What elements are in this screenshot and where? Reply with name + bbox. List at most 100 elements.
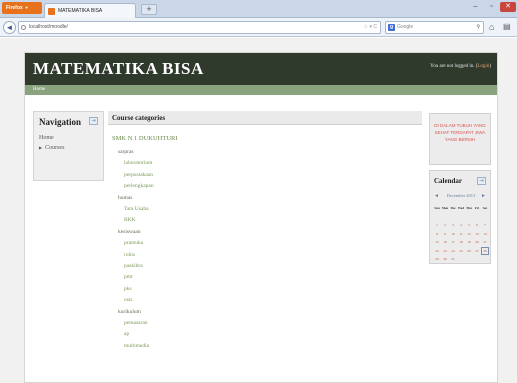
subcategory-link[interactable]: pks xyxy=(124,286,132,292)
calendar-day[interactable]: 27 xyxy=(473,247,481,256)
calendar-day[interactable]: 7 xyxy=(481,221,489,230)
category-root-link[interactable]: SMK N 1 DUKUHTURI xyxy=(112,135,178,142)
site-favicon-icon xyxy=(48,8,55,15)
calendar-empty-cell xyxy=(449,213,457,222)
calendar-day[interactable]: 18 xyxy=(457,238,465,247)
calendar-empty-cell xyxy=(481,213,489,222)
calendar-day[interactable]: 5 xyxy=(465,221,473,230)
bookmark-star-reload-icons[interactable]: ☆ ▾ C xyxy=(364,22,377,33)
calendar-weekday: Wed xyxy=(457,206,465,210)
login-status-text: You are not logged in. ( xyxy=(430,64,478,69)
calendar-day[interactable]: 15 xyxy=(433,238,441,247)
search-magnifier-icon[interactable]: ⚲ xyxy=(476,22,480,33)
calendar-empty-cell xyxy=(465,255,473,264)
calendar-day[interactable]: 10 xyxy=(449,230,457,239)
dropdown-arrow-icon: ▼ xyxy=(24,5,29,10)
browser-tab[interactable]: MATEMATIKA BISA xyxy=(44,3,136,18)
calendar-day[interactable]: 21 xyxy=(481,238,489,247)
subcategory-link[interactable]: osis xyxy=(124,297,133,303)
browser-nav-bar: ◄ localhost/moodle/ ☆ ▾ C g Google ⚲ ⌂ ▤ xyxy=(0,18,517,37)
category-link[interactable]: kurikulum xyxy=(118,309,141,315)
calendar-week-row: 15 16 17 18 19 20 21 xyxy=(433,238,489,247)
nav-courses-item[interactable]: ▶ Courses xyxy=(39,145,64,151)
firefox-menu-button[interactable]: Firefox ▼ xyxy=(2,2,42,14)
calendar-day[interactable]: 19 xyxy=(465,238,473,247)
subcategory-link[interactable]: ap xyxy=(124,331,129,337)
dock-calendar-icon[interactable]: ⇥ xyxy=(477,177,486,185)
calendar-next-month-icon[interactable]: ► xyxy=(481,193,486,199)
calendar-week-row: 22 23 24 25 26 27 28 xyxy=(433,246,489,256)
calendar-month-label[interactable]: December 2013 xyxy=(442,193,480,198)
page-viewport: MATEMATIKA BISA You are not logged in. (… xyxy=(0,38,517,383)
dock-block-icon[interactable]: ⇥ xyxy=(89,117,98,125)
calendar-day[interactable]: 8 xyxy=(433,230,441,239)
calendar-prev-month-icon[interactable]: ◄ xyxy=(434,193,439,199)
breadcrumb-home-link[interactable]: Home xyxy=(33,87,45,92)
course-categories-section: Course categories SMK N 1 DUKUHTURI sarpr… xyxy=(108,111,422,383)
calendar-day[interactable]: 13 xyxy=(473,230,481,239)
calendar-empty-cell xyxy=(441,213,449,222)
calendar-day[interactable]: 4 xyxy=(457,221,465,230)
calendar-day[interactable]: 14 xyxy=(481,230,489,239)
home-icon[interactable]: ⌂ xyxy=(489,21,494,33)
search-bar[interactable]: g Google ⚲ xyxy=(385,21,484,34)
category-link[interactable]: kesiswaan xyxy=(118,229,141,235)
subcategory-link[interactable]: rohis xyxy=(124,252,135,258)
subcategory-link[interactable]: paskibra xyxy=(124,263,143,269)
back-arrow-icon[interactable]: ◄ xyxy=(3,21,16,34)
calendar-weekday: Mon xyxy=(441,206,449,210)
calendar-day[interactable]: 26 xyxy=(465,247,473,256)
calendar-day[interactable]: 3 xyxy=(449,221,457,230)
new-tab-button[interactable]: + xyxy=(141,4,157,15)
nav-courses-label: Courses xyxy=(45,145,65,151)
calendar-day[interactable]: 11 xyxy=(457,230,465,239)
site-title[interactable]: MATEMATIKA BISA xyxy=(33,59,204,79)
calendar-day[interactable]: 1 xyxy=(433,221,441,230)
calendar-day[interactable]: 16 xyxy=(441,238,449,247)
calendar-day[interactable]: 25 xyxy=(457,247,465,256)
calendar-day[interactable]: 23 xyxy=(441,247,449,256)
subcategory-link[interactable]: laboratorium xyxy=(124,160,152,166)
calendar-week-row xyxy=(433,213,489,222)
course-categories-header: Course categories xyxy=(108,111,422,125)
calendar-day[interactable]: 28 xyxy=(481,246,489,255)
calendar-day[interactable]: 22 xyxy=(433,247,441,256)
subcategory-link[interactable]: perlengkapan xyxy=(124,183,154,189)
calendar-day[interactable]: 24 xyxy=(449,247,457,256)
calendar-day[interactable]: 9 xyxy=(441,230,449,239)
breadcrumb: Home xyxy=(25,85,497,95)
subcategory-link[interactable]: perpustakaan xyxy=(124,172,153,178)
category-link[interactable]: humas xyxy=(118,195,132,201)
subcategory-link[interactable]: BKK xyxy=(124,217,136,223)
subcategory-link[interactable]: pramuka xyxy=(124,240,143,246)
subcategory-link[interactable]: multimedia xyxy=(124,343,149,349)
calendar-day[interactable]: 6 xyxy=(473,221,481,230)
search-placeholder: Google xyxy=(397,24,414,30)
login-info: You are not logged in. (Login) xyxy=(430,64,491,69)
minimize-window-icon[interactable]: – xyxy=(468,2,483,12)
login-link[interactable]: Login xyxy=(477,64,489,69)
bookmarks-icon[interactable]: ▤ xyxy=(503,21,511,33)
navigation-block-title: Navigation xyxy=(39,117,82,127)
nav-home-link[interactable]: Home xyxy=(39,135,54,141)
site-header: MATEMATIKA BISA You are not logged in. (… xyxy=(25,53,497,85)
category-link[interactable]: sarpras xyxy=(118,149,134,155)
calendar-weekday: Tue xyxy=(450,206,456,210)
calendar-day[interactable]: 12 xyxy=(465,230,473,239)
calendar-empty-cell xyxy=(473,213,481,222)
calendar-day[interactable]: 17 xyxy=(449,238,457,247)
calendar-day[interactable]: 30 xyxy=(441,255,449,264)
subcategory-link[interactable]: pmr xyxy=(124,274,133,280)
maximize-window-icon[interactable]: ▫ xyxy=(484,2,499,12)
course-categories-title: Course categories xyxy=(112,114,166,122)
calendar-day[interactable]: 2 xyxy=(441,221,449,230)
address-bar[interactable]: localhost/moodle/ ☆ ▾ C xyxy=(18,21,381,34)
calendar-title: Calendar xyxy=(434,177,462,185)
subcategory-link[interactable]: pemasaran xyxy=(124,320,148,326)
subcategory-link[interactable]: Tata Usaha xyxy=(124,206,149,212)
calendar-day[interactable]: 20 xyxy=(473,238,481,247)
calendar-day[interactable]: 29 xyxy=(433,255,441,264)
calendar-day[interactable]: 31 xyxy=(449,255,457,264)
close-window-icon[interactable]: ✕ xyxy=(500,2,516,12)
tab-title: MATEMATIKA BISA xyxy=(58,8,103,14)
